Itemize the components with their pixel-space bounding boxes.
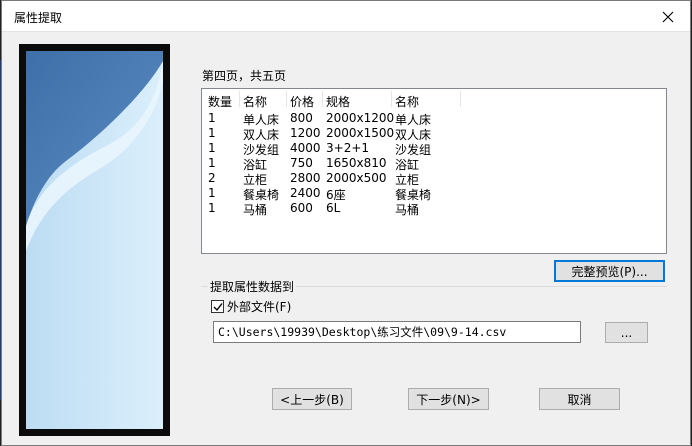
cell-spec: 2000x500 [326, 171, 387, 185]
column-separator [391, 91, 392, 107]
cancel-button[interactable]: 取消 [539, 388, 620, 410]
list-item[interactable]: 1 双人床 1200 2000x1500 双人床 [202, 126, 666, 142]
column-separator [286, 91, 287, 107]
cell-price: 750 [290, 156, 313, 170]
column-separator [460, 91, 461, 107]
close-icon [662, 11, 674, 22]
cell-quantity: 1 [208, 156, 216, 170]
cell-quantity: 2 [208, 171, 216, 185]
cell-price: 2400 [290, 186, 321, 200]
full-preview-button[interactable]: 完整预览(P)... [554, 260, 665, 282]
cell-name-2: 马桶 [395, 203, 420, 217]
cell-price: 600 [290, 201, 313, 215]
list-item[interactable]: 1 沙发组 4000 3+2+1 沙发组 [202, 141, 666, 157]
column-header-name[interactable]: 名称 [243, 93, 267, 110]
column-header-name-2[interactable]: 名称 [395, 93, 419, 110]
column-separator [239, 91, 240, 107]
cell-price: 800 [290, 111, 313, 125]
cell-name: 马桶 [243, 203, 268, 217]
extract-data-group-title: 提取属性数据到 [208, 278, 297, 295]
cell-price: 4000 [290, 141, 321, 155]
cell-spec: 2000x1500 [326, 126, 395, 140]
output-file-path-input[interactable]: C:\Users\19939\Desktop\练习文件\09\9-14.csv [213, 321, 581, 343]
list-item[interactable]: 1 马桶 600 6L 马桶 [202, 201, 666, 217]
list-item[interactable]: 1 餐桌椅 2400 6座 餐桌椅 [202, 186, 666, 202]
checkmark-icon [213, 302, 223, 311]
dialog-title: 属性提取 [14, 11, 63, 25]
cell-quantity: 1 [208, 186, 216, 200]
next-button[interactable]: 下一步(N)> [408, 388, 489, 410]
column-header-spec[interactable]: 规格 [326, 93, 350, 110]
cell-spec: 3+2+1 [326, 141, 370, 155]
wizard-illustration [19, 44, 170, 436]
attribute-extraction-dialog: 属性提取 第四页，共五页 数量 名称 价格 规格 名称 1 单人床 800 20… [1, 0, 691, 446]
list-item[interactable]: 1 浴缸 750 1650x810 浴缸 [202, 156, 666, 172]
cell-spec: 6L [326, 201, 341, 215]
cell-quantity: 1 [208, 111, 216, 125]
column-header-quantity[interactable]: 数量 [208, 93, 232, 110]
cell-price: 1200 [290, 126, 321, 140]
external-file-label: 外部文件(F) [227, 300, 292, 314]
column-separator [322, 91, 323, 107]
back-button[interactable]: <上一步(B) [272, 388, 352, 410]
attribute-preview-list[interactable]: 数量 名称 价格 规格 名称 1 单人床 800 2000x1200 单人床 1… [201, 88, 667, 254]
list-rows: 1 单人床 800 2000x1200 单人床 1 双人床 1200 2000x… [202, 111, 666, 217]
close-button[interactable] [646, 1, 690, 32]
external-file-option[interactable]: 外部文件(F) [211, 298, 291, 315]
wizard-page-curl-image [26, 51, 163, 429]
page-indicator: 第四页，共五页 [202, 69, 287, 83]
list-header: 数量 名称 价格 规格 名称 [202, 89, 666, 109]
cell-quantity: 1 [208, 201, 216, 215]
column-header-price[interactable]: 价格 [290, 93, 314, 110]
list-item[interactable]: 1 单人床 800 2000x1200 单人床 [202, 111, 666, 127]
external-file-checkbox[interactable] [211, 300, 224, 313]
browse-button[interactable]: ... [605, 322, 648, 343]
title-bar: 属性提取 [2, 1, 690, 32]
cell-quantity: 1 [208, 126, 216, 140]
cell-quantity: 1 [208, 141, 216, 155]
cell-price: 2800 [290, 171, 321, 185]
cell-spec: 2000x1200 [326, 111, 395, 125]
list-item[interactable]: 2 立柜 2800 2000x500 立柜 [202, 171, 666, 187]
cell-spec: 1650x810 [326, 156, 387, 170]
